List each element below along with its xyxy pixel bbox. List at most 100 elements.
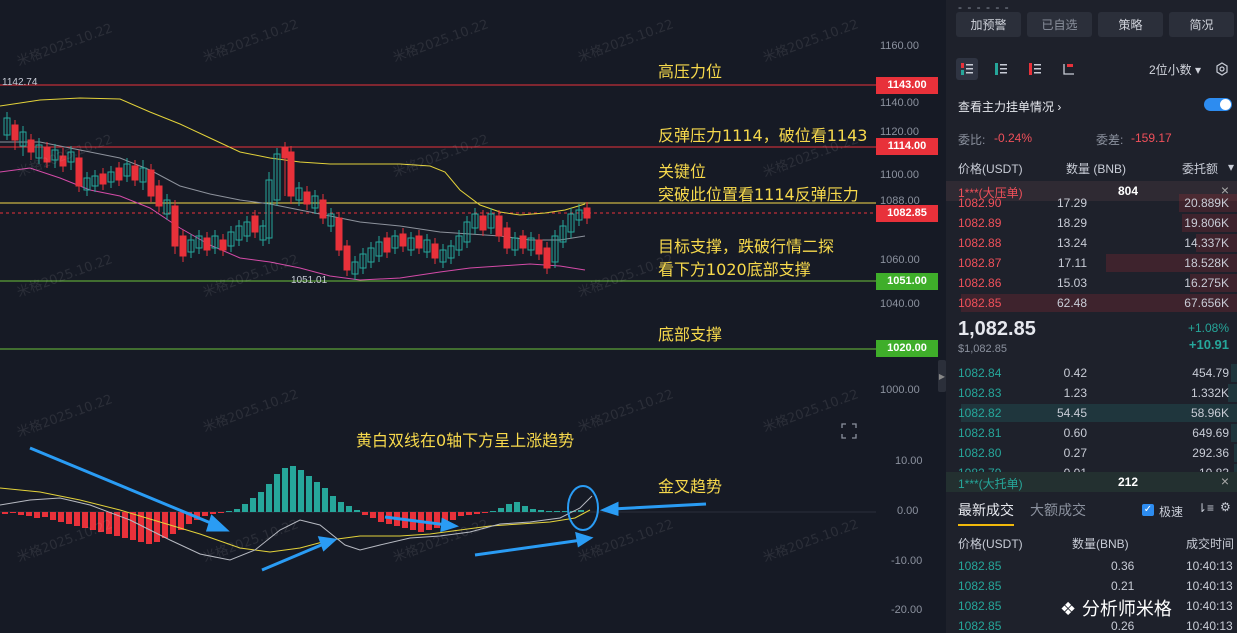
trade-price: 1082.85: [958, 619, 1002, 633]
ob-amount-header[interactable]: 委托额: [1182, 160, 1218, 177]
macd-bar: [378, 512, 384, 522]
y-tick: 1060.00: [880, 254, 920, 266]
candle-body: [415, 235, 423, 249]
annotation-key-level: 关键位: [658, 162, 707, 181]
orderbook-amt: 20.889K: [1184, 196, 1229, 210]
strategy-button[interactable]: 策略: [1098, 12, 1163, 37]
bids-view-icon[interactable]: [990, 58, 1012, 80]
big-bid-order-row[interactable]: 1***(大托单) 212 ×: [946, 472, 1237, 492]
macd-bar: [154, 512, 160, 542]
depth-view-icon[interactable]: [1058, 58, 1080, 80]
trade-qty: 0.21: [1111, 579, 1135, 593]
orderbook-row[interactable]: 1082.90 17.29 20.889K: [946, 193, 1237, 213]
orderbook-row[interactable]: 1082.82 54.45 58.96K: [946, 403, 1237, 423]
annotation-target-support: 目标支撑，跌破行情二探: [658, 237, 835, 256]
candle-body: [335, 217, 343, 251]
macd-bar: [338, 502, 344, 512]
macd-bar: [554, 511, 560, 512]
sort-icon[interactable]: ⇂≡: [1197, 501, 1214, 515]
kline-chart-canvas[interactable]: [0, 0, 944, 633]
both-sides-view-icon[interactable]: [956, 58, 978, 80]
candle-body: [479, 215, 487, 231]
chevron-down-icon: ▾: [1228, 160, 1235, 174]
trades-qty-header: 数量(BNB): [1072, 537, 1129, 551]
annotation-bottom-support: 底部支撑: [658, 325, 723, 344]
high-price-label: 1142.74: [2, 77, 38, 88]
chevron-right-icon: ›: [1054, 100, 1062, 114]
orderbook-price: 1082.90: [958, 196, 1002, 210]
kline-chart-panel[interactable]: 米格2025.10.22 米格2025.10.22 米格2025.10.22 米…: [0, 0, 944, 633]
close-icon[interactable]: ×: [1221, 473, 1229, 489]
macd-bar: [498, 508, 504, 512]
orderbook-price: 1082.80: [958, 446, 1002, 460]
macd-bar: [306, 476, 312, 512]
orderbook-amt: 1.332K: [1190, 386, 1229, 400]
tab-latest-trades[interactable]: 最新成交: [958, 500, 1014, 520]
candle-body: [75, 157, 83, 187]
orderbook-row[interactable]: 1082.87 17.11 18.528K: [946, 253, 1237, 273]
candle-body: [495, 215, 503, 237]
macd-bar: [474, 512, 480, 514]
osc-y-tick: 10.00: [895, 455, 923, 467]
golden-cross-circle: [567, 485, 599, 531]
orderbook-row[interactable]: 1082.84 0.42 454.79: [946, 363, 1237, 383]
orderbook-row[interactable]: 1082.88 13.24 14.337K: [946, 233, 1237, 253]
macd-bar: [274, 474, 280, 512]
candle-body: [171, 205, 179, 247]
depth-bar: [1231, 424, 1237, 442]
price-tag-1114: 1114.00: [876, 138, 938, 155]
macd-bar: [314, 482, 320, 512]
orderbook-price: 1082.87: [958, 256, 1002, 270]
orderbook-amt: 649.69: [1192, 426, 1229, 440]
orderbook-qty: 15.03: [1056, 276, 1087, 290]
candle-body: [203, 237, 211, 251]
tab-large-trades[interactable]: 大额成交: [1030, 500, 1086, 520]
expand-icon[interactable]: [841, 423, 857, 439]
favorited-button[interactable]: 已自选: [1027, 12, 1092, 37]
trade-price: 1082.85: [958, 579, 1002, 593]
osc-y-tick: -20.00: [891, 604, 923, 616]
candle-body: [287, 151, 295, 197]
precision-select[interactable]: 2位小数 ▾: [1149, 61, 1201, 78]
depth-bar: [1231, 364, 1237, 382]
orderbook-amt: 16.275K: [1184, 276, 1229, 290]
candle-body: [583, 207, 591, 219]
annotation-resistance: 高压力位: [658, 62, 723, 81]
macd-bar: [170, 512, 176, 534]
overview-button[interactable]: 简况: [1169, 12, 1234, 37]
orderbook-row[interactable]: 1082.85 62.48 67.656K: [946, 293, 1237, 313]
trades-price-header: 价格(USDT): [958, 537, 1023, 551]
chevron-down-icon: ▾: [1194, 62, 1201, 77]
orderbook-row[interactable]: 1082.83 1.23 1.332K: [946, 383, 1237, 403]
orderbook-qty: 0.60: [1063, 426, 1087, 440]
panel-collapse-handle[interactable]: ▶: [938, 360, 946, 392]
trade-time: 10:40:13: [1186, 619, 1233, 633]
orderbook-price: 1082.89: [958, 216, 1002, 230]
macd-bar: [90, 512, 96, 530]
brand-name: 分析师米格: [1081, 599, 1172, 620]
asks-view-icon[interactable]: [1024, 58, 1046, 80]
orderbook-row[interactable]: 1082.86 15.03 16.275K: [946, 273, 1237, 293]
settings-gear-icon[interactable]: [1215, 62, 1229, 76]
candle-body: [115, 167, 123, 181]
orderbook-row[interactable]: 1082.89 18.29 19.806K: [946, 213, 1237, 233]
big-bid-label: 1***(大托单): [958, 477, 1023, 491]
candle-body: [399, 233, 407, 247]
macd-bar: [370, 512, 376, 518]
settings-gear-icon[interactable]: ⚙: [1220, 500, 1231, 514]
view-main-orders-link[interactable]: 查看主力挂单情况 ›: [958, 98, 1061, 115]
orderbook-row[interactable]: 1082.81 0.60 649.69: [946, 423, 1237, 443]
change-absolute: +10.91: [1188, 337, 1229, 352]
macd-bar: [58, 512, 64, 522]
macd-bar: [130, 512, 136, 540]
fast-mode-checkbox[interactable]: ✓: [1142, 504, 1154, 516]
orderbook-qty: 0.42: [1063, 366, 1087, 380]
y-tick: 1000.00: [880, 384, 920, 396]
orderbook-row[interactable]: 1082.80 0.27 292.36: [946, 443, 1237, 463]
macd-bar: [18, 512, 24, 515]
add-alert-button[interactable]: 加预警: [956, 12, 1021, 37]
main-orders-toggle[interactable]: [1204, 98, 1232, 111]
macd-bar: [82, 512, 88, 528]
macd-bar: [490, 511, 496, 512]
osc-y-tick: -10.00: [891, 555, 923, 567]
